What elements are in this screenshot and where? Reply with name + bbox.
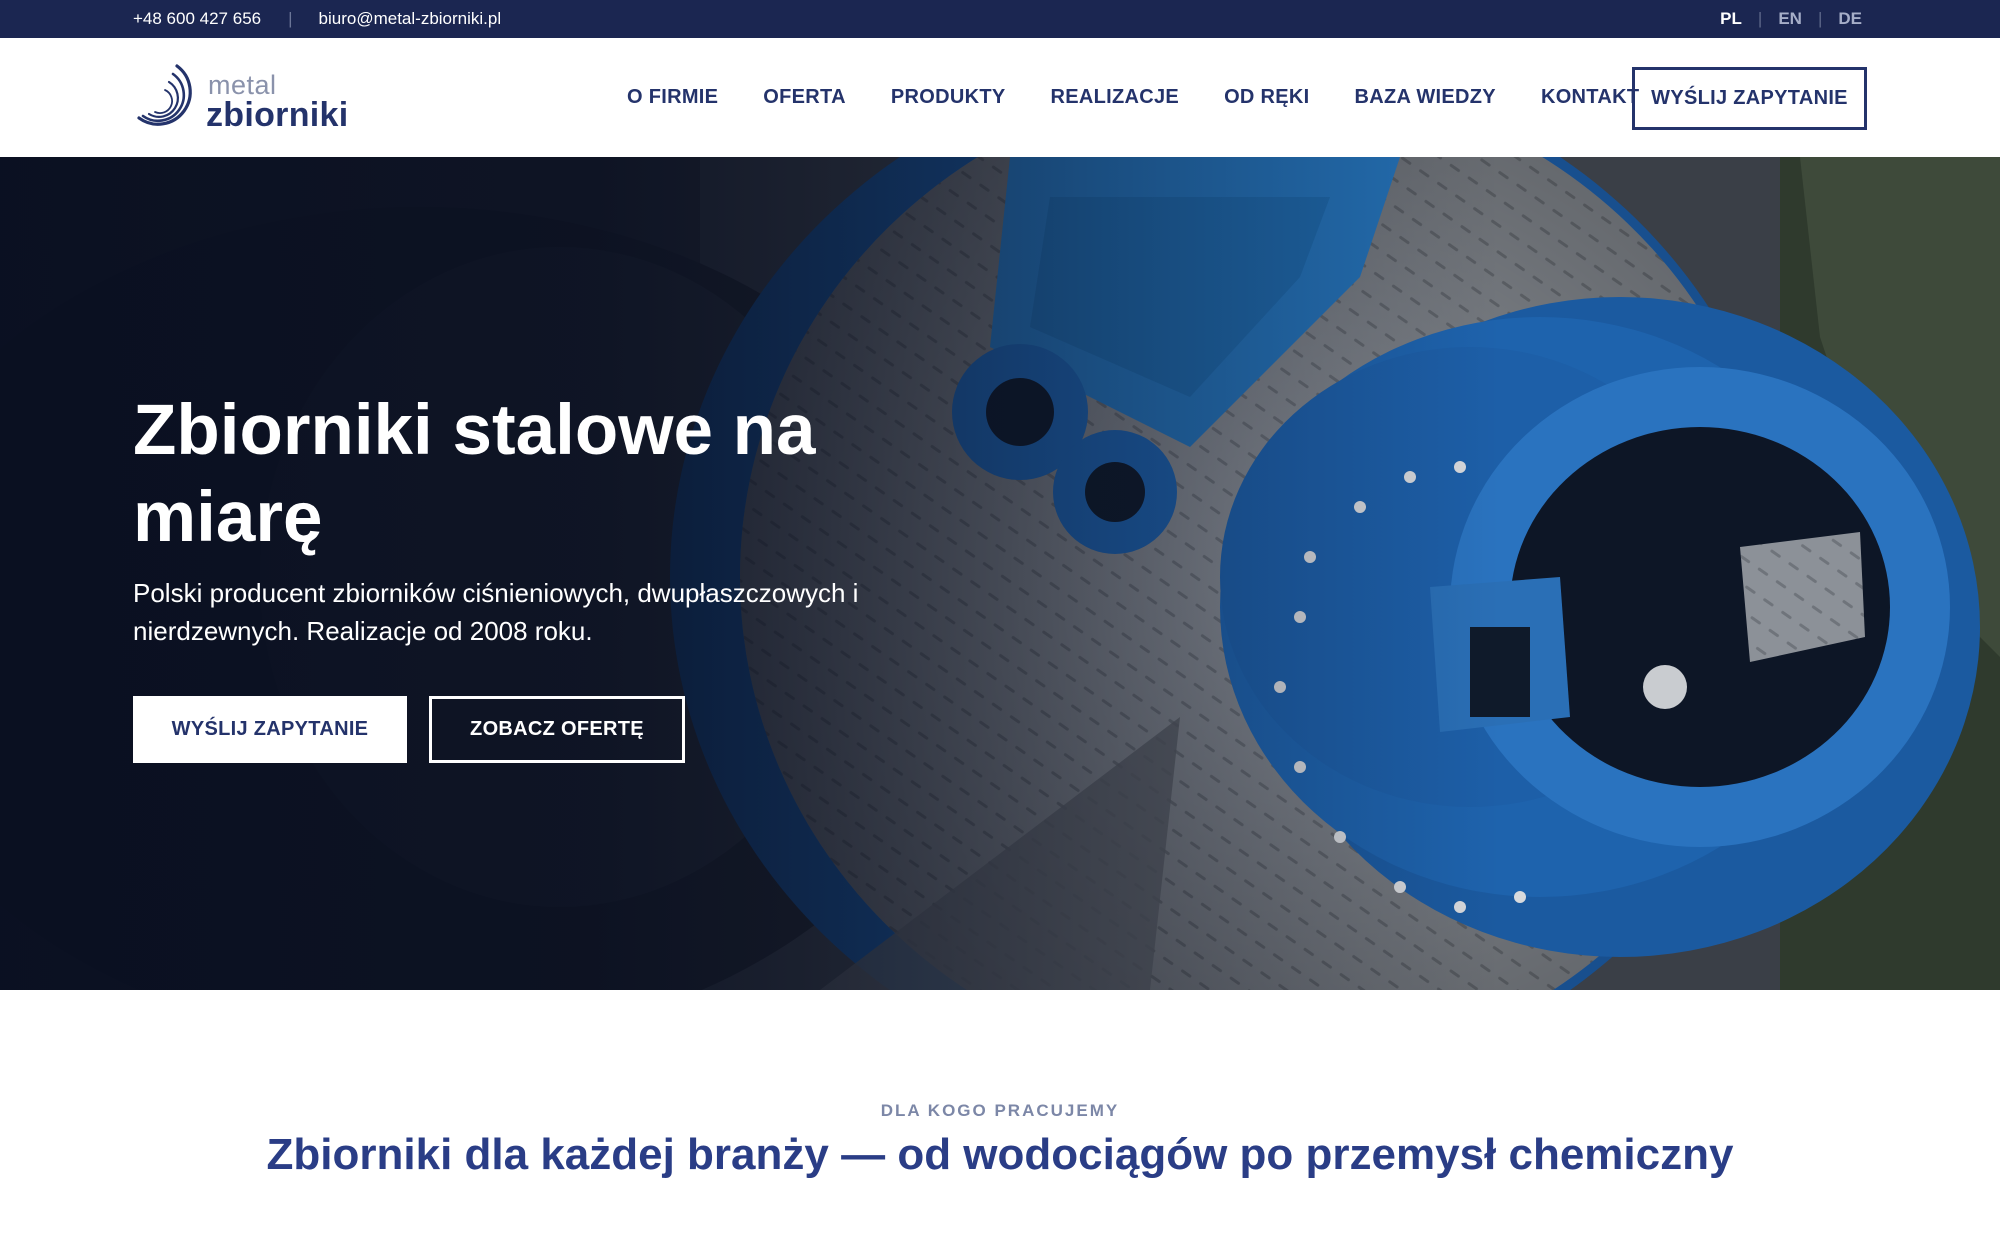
nav-item-realizacje[interactable]: REALIZACJE bbox=[1050, 86, 1179, 109]
email-link[interactable]: biuro@metal-zbiorniki.pl bbox=[319, 9, 502, 29]
hero-title: Zbiorniki stalowe na miarę bbox=[133, 391, 816, 557]
concentric-arcs-logo-icon bbox=[137, 64, 192, 126]
main-nav: O FIRMIE OFERTA PRODUKTY REALIZACJE OD R… bbox=[627, 38, 1684, 157]
language-switcher: PL | EN | DE bbox=[1720, 0, 1862, 38]
lang-separator: | bbox=[1757, 9, 1763, 28]
hero-inquiry-button[interactable]: WYŚLIJ ZAPYTANIE bbox=[133, 696, 407, 763]
nav-item-baza-wiedzy[interactable]: BAZA WIEDZY bbox=[1355, 86, 1496, 109]
top-bar: +48 600 427 656 | biuro@metal-zbiorniki.… bbox=[0, 0, 2000, 38]
section-title: Zbiorniki dla każdej branży — od wodocią… bbox=[266, 1130, 1734, 1179]
lang-pl[interactable]: PL bbox=[1720, 9, 1742, 29]
nav-item-kontakt[interactable]: KONTAKT bbox=[1541, 86, 1639, 109]
nav-item-o-firmie[interactable]: O FIRMIE bbox=[627, 86, 718, 109]
contact-separator: | bbox=[288, 9, 293, 28]
lang-en[interactable]: EN bbox=[1778, 9, 1802, 29]
nav-item-produkty[interactable]: PRODUKTY bbox=[891, 86, 1006, 109]
contact-info: +48 600 427 656 | biuro@metal-zbiorniki.… bbox=[133, 0, 501, 38]
nav-item-od-reki[interactable]: OD RĘKI bbox=[1224, 86, 1309, 109]
nav-item-oferta[interactable]: OFERTA bbox=[763, 86, 846, 109]
logo-text-bottom: zbiorniki bbox=[206, 96, 349, 134]
logo[interactable]: metal zbiorniki bbox=[133, 60, 353, 136]
lang-separator: | bbox=[1817, 9, 1823, 28]
site-header: metal zbiorniki O FIRMIE OFERTA PRODUKTY… bbox=[0, 38, 2000, 157]
header-inquiry-button[interactable]: WYŚLIJ ZAPYTANIE bbox=[1632, 67, 1867, 130]
lang-de[interactable]: DE bbox=[1838, 9, 1862, 29]
hero-offer-button[interactable]: ZOBACZ OFERTĘ bbox=[429, 696, 685, 763]
hero-subtitle: Polski producent zbiorników ciśnieniowyc… bbox=[133, 578, 859, 646]
phone-link[interactable]: +48 600 427 656 bbox=[133, 9, 261, 29]
section-eyebrow: DLA KOGO PRACUJEMY bbox=[880, 1101, 1120, 1120]
hero-section: Zbiorniki stalowe na miarę Polski produc… bbox=[0, 157, 2000, 990]
